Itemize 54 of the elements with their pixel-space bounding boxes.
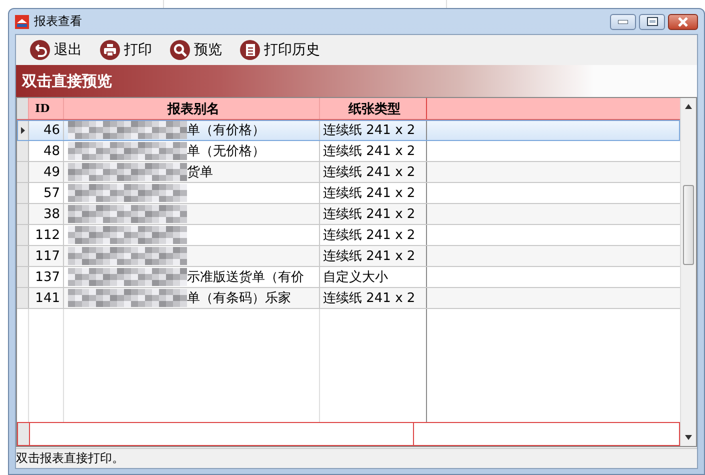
- table-cell: 连续纸 241 x 2: [320, 141, 427, 161]
- table-cell: 连续纸 241 x 2: [320, 225, 427, 245]
- column-header[interactable]: ID: [29, 98, 64, 119]
- table-cell: 117: [29, 246, 64, 266]
- maximize-icon: [646, 17, 658, 26]
- table-row[interactable]: 49 货单 连续纸 241 x 2: [17, 162, 680, 183]
- table-cell: 112: [29, 225, 64, 245]
- row-header[interactable]: [17, 120, 29, 140]
- close-button[interactable]: [668, 14, 698, 30]
- table-cell-text: 货单: [187, 164, 213, 181]
- table-cell: 连续纸 241 x 2: [320, 183, 427, 203]
- status-text: 双击报表直接打印。: [16, 451, 124, 465]
- table-cell: 48: [29, 141, 64, 161]
- close-icon: [677, 16, 689, 26]
- table-cell-text: 单（有条码）乐家: [187, 290, 291, 307]
- table-cell: 49: [29, 162, 64, 182]
- table-cell-text: 示准版送货单（有价: [187, 269, 304, 286]
- print-history-button[interactable]: 打印历史: [240, 40, 320, 60]
- scroll-down-icon[interactable]: [685, 435, 692, 440]
- document-icon: [240, 40, 260, 60]
- app-logo-icon: [15, 14, 29, 28]
- table-cell: 连续纸 241 x 2: [320, 288, 427, 308]
- table-cell: 自定义大小: [320, 267, 427, 287]
- table-row[interactable]: 46 单（有价格） 连续纸 241 x 2: [17, 120, 680, 141]
- table-cell: 137: [29, 267, 64, 287]
- table-cell: 连续纸 241 x 2: [320, 162, 427, 182]
- column-header[interactable]: 纸张类型: [320, 98, 427, 119]
- magnifier-icon: [170, 40, 190, 60]
- table-row[interactable]: 117 连续纸 241 x 2: [17, 246, 680, 267]
- table-cell: 连续纸 241 x 2: [320, 204, 427, 224]
- table-cell: 38: [29, 204, 64, 224]
- table-row[interactable]: 141 单（有条码）乐家 连续纸 241 x 2: [17, 288, 680, 309]
- minimize-icon: [618, 20, 628, 24]
- table-cell: 57: [29, 183, 64, 203]
- printer-icon: [100, 40, 120, 60]
- column-header[interactable]: 报表别名: [64, 98, 320, 119]
- window-title: 报表查看: [34, 13, 82, 30]
- table-row[interactable]: 38 连续纸 241 x 2: [17, 204, 680, 225]
- preview-button[interactable]: 预览: [170, 40, 222, 60]
- exit-button[interactable]: 退出: [30, 40, 82, 60]
- table-cell-text: 单（无价格）: [187, 143, 265, 160]
- minimize-button[interactable]: [610, 14, 636, 30]
- table-cell-text: 单（有价格）: [187, 122, 265, 139]
- scroll-up-icon[interactable]: [685, 104, 692, 109]
- current-row-icon: [20, 126, 24, 134]
- table-cell: 连续纸 241 x 2: [320, 246, 427, 266]
- print-button[interactable]: 打印: [100, 40, 152, 60]
- corner-cell: [17, 98, 29, 119]
- table-cell: 连续纸 241 x 2: [320, 120, 427, 140]
- scrollbar-thumb[interactable]: [683, 185, 694, 265]
- table-cell: 141: [29, 288, 64, 308]
- section-banner: 双击直接预览: [16, 65, 697, 97]
- table-cell: 46: [29, 120, 64, 140]
- maximize-button[interactable]: [639, 14, 665, 30]
